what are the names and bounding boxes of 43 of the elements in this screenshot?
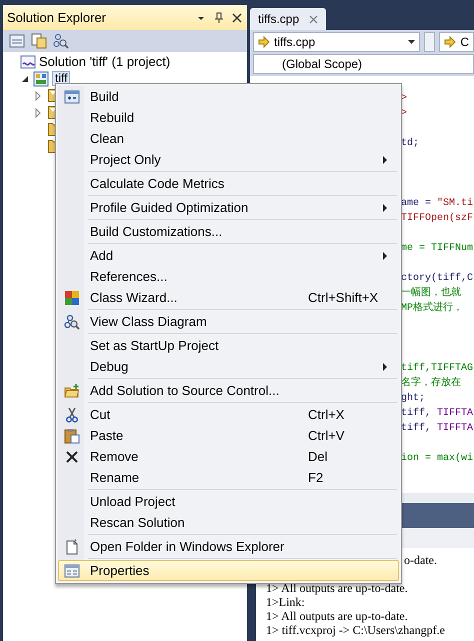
menu-item[interactable]: Rename F2 xyxy=(58,467,399,488)
menu-item[interactable]: Class Wizard... Ctrl+Shift+X xyxy=(58,287,399,308)
menu-item[interactable]: Debug xyxy=(58,356,399,377)
code-line: tiff,TIFFTAG xyxy=(401,362,474,376)
code-line: ame = "SM.ti xyxy=(401,196,474,211)
menu-item[interactable]: Rescan Solution xyxy=(58,512,399,533)
code-line: ght; xyxy=(401,392,426,406)
menu-item[interactable]: Build Customizations... xyxy=(58,221,399,242)
menu-item[interactable]: References... xyxy=(58,266,399,287)
code-line: ctory(tiff,C xyxy=(401,272,474,286)
scope-dropdown[interactable]: (Global Scope) xyxy=(253,54,474,74)
output-line: 1> All outputs are up-to-date. xyxy=(266,609,408,623)
file-dropdown[interactable]: tiffs.cpp xyxy=(253,32,420,52)
menu-item[interactable]: Profile Guided Optimization xyxy=(58,197,399,218)
menu-item[interactable]: Project Only xyxy=(58,149,399,170)
output-line: 1>Link: xyxy=(266,595,305,609)
menu-item[interactable]: Build xyxy=(58,86,399,107)
output-line: 1> tiff.vcxproj -> C:\Users\zhangpf.e xyxy=(266,623,445,637)
menu-item[interactable]: Cut Ctrl+X xyxy=(58,404,399,425)
code-line: tiff, TIFFTA xyxy=(401,422,474,436)
menu-item[interactable]: Set as StartUp Project xyxy=(58,335,399,356)
menu-item[interactable]: Remove Del xyxy=(58,446,399,467)
code-line: ion = max(wi xyxy=(401,452,474,466)
menu-item[interactable]: View Class Diagram xyxy=(58,311,399,332)
panel-title: Solution Explorer xyxy=(7,10,107,25)
code-line: TIFFOpen(szF xyxy=(401,212,474,226)
output-line: 1> All outputs are up-to-date. xyxy=(266,581,408,595)
file-tab[interactable]: tiffs.cpp xyxy=(250,8,326,30)
menu-item[interactable]: Properties xyxy=(58,560,399,581)
menu-item[interactable]: Add xyxy=(58,245,399,266)
menu-item[interactable]: Unload Project xyxy=(58,491,399,512)
code-line: td; xyxy=(401,136,420,151)
code-line: tiff, TIFFTA xyxy=(401,406,474,421)
output-line: o-date. xyxy=(404,553,437,567)
code-line: 名字，存放在 xyxy=(401,376,462,391)
menu-item[interactable]: Add Solution to Source Control... xyxy=(58,380,399,401)
tree-item[interactable]: Solution 'tiff' (1 project) xyxy=(39,54,170,69)
menu-item[interactable]: Clean xyxy=(58,128,399,149)
menu-item[interactable]: Calculate Code Metrics xyxy=(58,173,399,194)
menu-item[interactable]: Open Folder in Windows Explorer xyxy=(58,536,399,557)
menu-item[interactable]: Paste Ctrl+V xyxy=(58,425,399,446)
menu-item[interactable]: Rebuild xyxy=(58,107,399,128)
member-dropdown[interactable]: C xyxy=(439,32,474,52)
